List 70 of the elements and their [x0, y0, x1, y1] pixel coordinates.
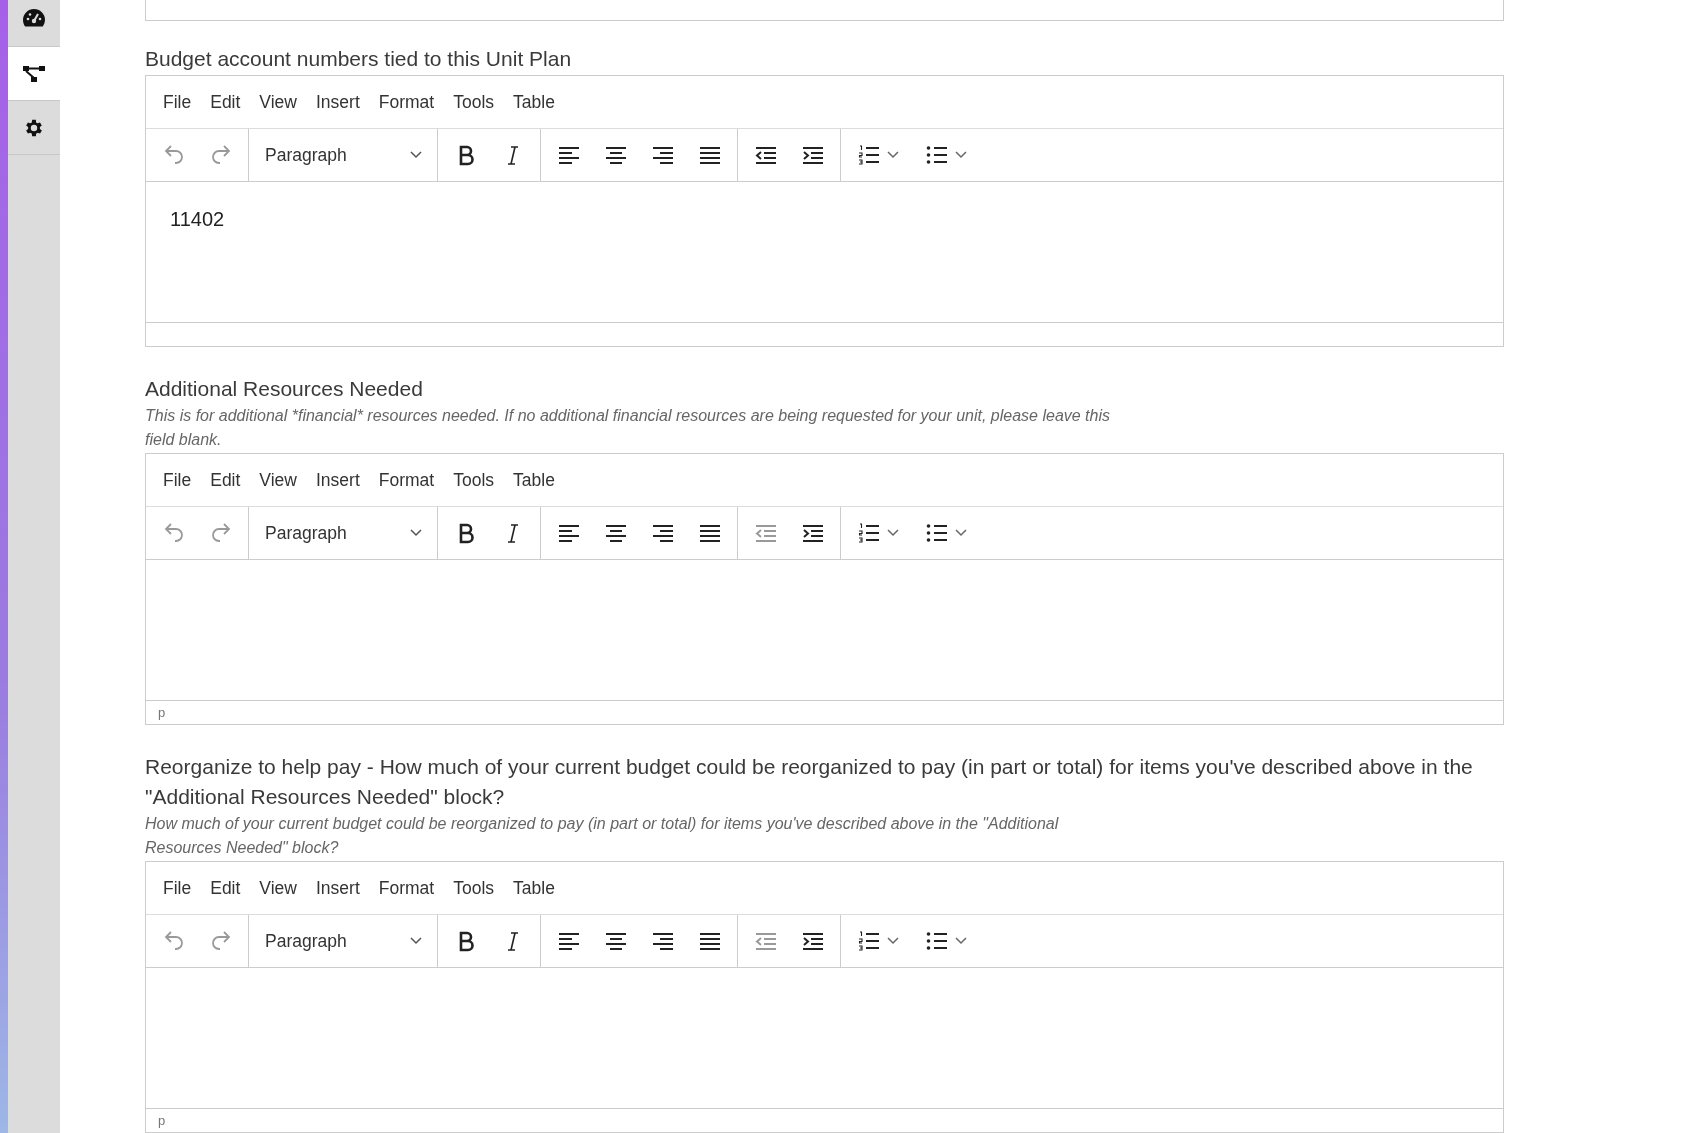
field-description: This is for additional *financial* resources needed. If no additional financial resources are being requested for your unit, please leave this field blank.	[145, 406, 1111, 450]
menu-item[interactable]: Table	[505, 87, 563, 117]
menu-item[interactable]: Table	[505, 465, 563, 495]
menu-item[interactable]: Tools	[445, 87, 503, 117]
menu-item[interactable]: Format	[370, 87, 443, 117]
outdent-icon	[754, 145, 777, 165]
field-description: How much of your current budget could be reorganized to pay (in part or total) for items you've described above in the "Additional Resources Needed" block?	[145, 814, 1060, 858]
indent-icon	[801, 523, 824, 543]
numbered-list-icon	[858, 144, 880, 166]
menu-item[interactable]: File	[155, 87, 200, 117]
outdent-icon	[754, 931, 777, 951]
menu-item[interactable]: Insert	[308, 465, 368, 495]
justify-icon	[698, 145, 721, 165]
menu-item[interactable]: Insert	[308, 873, 368, 903]
bullet-list-icon	[926, 522, 948, 544]
menu-item[interactable]: File	[155, 873, 200, 903]
text-field[interactable]	[145, 0, 1504, 21]
menu-item[interactable]: Format	[370, 873, 443, 903]
align-center-icon	[604, 931, 627, 951]
block-format-dropdown[interactable]: Paragraph	[257, 515, 429, 551]
menu-item[interactable]: Tools	[445, 873, 503, 903]
chevron-down-icon	[954, 150, 968, 160]
block-format-dropdown[interactable]: Paragraph	[257, 923, 429, 959]
chevron-down-icon	[886, 528, 900, 538]
indent-icon	[801, 145, 824, 165]
menu-item[interactable]: View	[251, 87, 305, 117]
field-label: Additional Resources Needed	[145, 376, 424, 402]
justify-icon	[698, 931, 721, 951]
hierarchy-icon	[22, 63, 46, 84]
menu-item[interactable]: Edit	[202, 87, 249, 117]
indent-icon	[801, 931, 824, 951]
bullet-list-icon	[926, 930, 948, 952]
align-left-icon	[557, 523, 580, 543]
chevron-down-icon	[886, 150, 900, 160]
menu-item[interactable]: View	[251, 465, 305, 495]
chevron-down-icon	[886, 936, 900, 946]
align-left-icon	[557, 145, 580, 165]
menu-item[interactable]: Edit	[202, 873, 249, 903]
chevron-down-icon	[954, 528, 968, 538]
editor-text: 11402	[170, 208, 225, 230]
menu-item[interactable]: View	[251, 873, 305, 903]
align-right-icon	[651, 523, 674, 543]
menu-item[interactable]: File	[155, 465, 200, 495]
menu-item[interactable]: Edit	[202, 465, 249, 495]
justify-icon	[698, 523, 721, 543]
menu-item[interactable]: Insert	[308, 87, 368, 117]
numbered-list-icon	[858, 930, 880, 952]
menu-item[interactable]: Tools	[445, 465, 503, 495]
field-label: Budget account numbers tied to this Unit Plan	[145, 46, 573, 72]
align-center-icon	[604, 145, 627, 165]
sidebar-item[interactable]	[8, 47, 60, 101]
chevron-down-icon	[409, 936, 423, 946]
element-path: p	[158, 1113, 166, 1128]
chevron-down-icon	[409, 150, 423, 160]
align-right-icon	[651, 145, 674, 165]
outdent-icon	[754, 523, 777, 543]
bullet-list-icon	[926, 144, 948, 166]
block-format-dropdown[interactable]: Paragraph	[257, 137, 429, 173]
align-left-icon	[557, 931, 580, 951]
chevron-down-icon	[954, 936, 968, 946]
align-center-icon	[604, 523, 627, 543]
gauge-icon	[22, 8, 46, 28]
element-path: p	[158, 705, 166, 720]
align-right-icon	[651, 931, 674, 951]
editor-content-area[interactable]: 11402	[146, 182, 1503, 323]
menu-item[interactable]: Table	[505, 873, 563, 903]
numbered-list-icon	[858, 522, 880, 544]
field-label: Reorganize to help pay - How much of your current budget could be reorganized to pay (in part or total) for items you've described above in the "Additional Resources Needed" block?	[145, 754, 1474, 810]
chevron-down-icon	[409, 528, 423, 538]
menu-item[interactable]: Format	[370, 465, 443, 495]
